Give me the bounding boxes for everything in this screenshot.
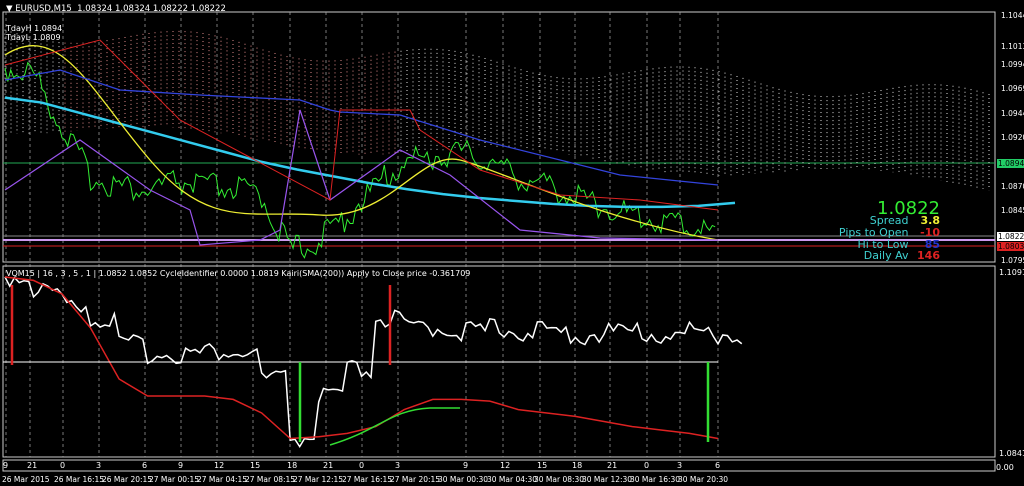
hour-label: 12 <box>500 461 511 470</box>
hour-label: 3 <box>96 461 102 470</box>
price-tick: 1.10440 <box>1001 11 1024 20</box>
hour-label: 9 <box>463 461 469 470</box>
time-label: 27 Mar 08:15 <box>245 475 296 484</box>
time-label: 30 Mar 20:30 <box>678 475 729 484</box>
hour-label: 9 <box>3 461 9 470</box>
hour-label: 15 <box>537 461 548 470</box>
hour-label: 0 <box>359 461 365 470</box>
price-tick: 1.07950 <box>1001 256 1024 265</box>
sub-axis-bottom: 1.0841 <box>999 449 1024 458</box>
hour-axis-frame <box>2 459 996 472</box>
hour-label: 18 <box>287 461 298 470</box>
hour-label: 21 <box>27 461 38 470</box>
time-label: 27 Mar 12:15 <box>293 475 344 484</box>
time-label: 30 Mar 08:30 <box>534 475 585 484</box>
subwindow-title: VQM15 | 16 , 3 , 5 , 1 | 1.0852 1.0852 C… <box>6 269 471 278</box>
purple-indicator-line <box>4 109 719 246</box>
main-pane-frame <box>2 11 996 263</box>
oscillator-green-segment <box>329 407 460 446</box>
time-label: 26 Mar 2015 <box>2 475 50 484</box>
time-label: 27 Mar 20:15 <box>390 475 441 484</box>
hour-label: 15 <box>250 461 261 470</box>
price-tick: 1.08700 <box>1001 182 1024 192</box>
hour-label: 0 <box>644 461 650 470</box>
symbol-label: EURUSD,M15 <box>15 4 72 14</box>
oscillator-red-line <box>4 276 719 440</box>
price-tag-red: 1.08032 <box>997 242 1024 251</box>
today-high-label: TdayH 1.0894 <box>6 24 63 33</box>
time-label: 30 Mar 00:30 <box>438 475 489 484</box>
price-tick: 1.09200 <box>1001 133 1024 142</box>
hour-label: 18 <box>572 461 583 470</box>
price-tag-green: 1.08941 <box>997 159 1024 168</box>
daily-label: Daily Av <box>863 249 909 262</box>
price-tick: 1.09445 <box>1001 108 1024 118</box>
daily-value: 146 <box>917 249 940 262</box>
ohlc-values: 1.08324 1.08324 1.08222 1.08222 <box>77 4 226 14</box>
hour-label: 3 <box>395 461 401 470</box>
hour-label: 0 <box>60 461 66 470</box>
today-low-label: TdayL 1.0809 <box>6 33 61 42</box>
price-tick: 1.09945 <box>1001 59 1024 69</box>
hour-label: 6 <box>142 461 148 470</box>
time-label: 27 Mar 16:15 <box>342 475 393 484</box>
hour-label: 9 <box>178 461 184 470</box>
hour-label: 6 <box>715 461 721 470</box>
daily-row: Daily Av 146 <box>864 249 940 262</box>
time-label: 30 Mar 16:30 <box>630 475 681 484</box>
time-label: 30 Mar 12:30 <box>582 475 633 484</box>
time-label: 27 Mar 04:15 <box>197 475 248 484</box>
hour-label: 3 <box>677 461 683 470</box>
sub-axis-top: 1.1091 <box>999 268 1024 277</box>
hour-axis-right: 0.00 <box>996 463 1014 472</box>
price-tag-current: 1.08222 <box>997 232 1024 241</box>
time-label: 30 Mar 04:30 <box>487 475 538 484</box>
chart-header: ▼ EURUSD,M15 1.08324 1.08324 1.08222 1.0… <box>6 4 226 14</box>
hour-label: 21 <box>607 461 618 470</box>
hour-label: 21 <box>323 461 334 470</box>
price-tick: 1.08455 <box>1001 206 1024 216</box>
price-tick: 1.09695 <box>1001 84 1024 94</box>
hour-label: 12 <box>214 461 225 470</box>
price-tick: 1.10130 <box>1001 41 1024 51</box>
time-label: 26 Mar 20:15 <box>102 475 153 484</box>
price-line <box>4 61 716 259</box>
time-label: 26 Mar 16:15 <box>54 475 105 484</box>
time-label: 27 Mar 00:15 <box>149 475 200 484</box>
